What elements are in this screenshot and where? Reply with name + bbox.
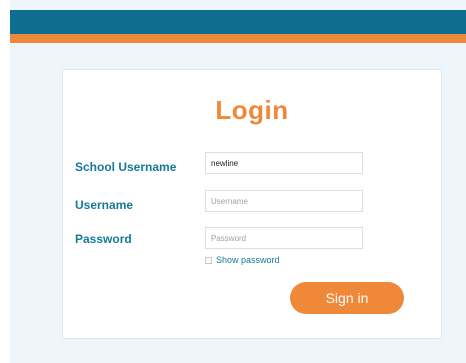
show-password-label[interactable]: Show password [216,255,280,265]
password-input[interactable] [205,227,363,249]
username-input[interactable] [205,190,363,212]
show-password-toggle[interactable]: Show password [205,255,280,265]
username-label: Username [75,198,134,212]
school-username-label: School Username [75,160,177,174]
school-username-input[interactable] [205,152,363,174]
login-title: Login [215,95,289,125]
login-card: Login School Username Username Password … [62,69,442,339]
header-accent-stripe [10,34,466,43]
show-password-checkbox[interactable] [205,256,212,264]
page-background: Login School Username Username Password … [10,0,466,363]
password-label: Password [75,232,132,246]
header-bar [10,10,466,34]
sign-in-button[interactable]: Sign in [290,282,404,314]
